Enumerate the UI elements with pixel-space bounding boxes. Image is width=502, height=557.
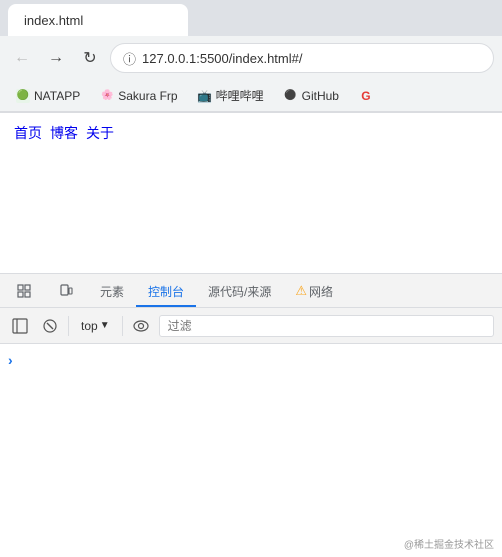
tab-elements[interactable]: 元素	[88, 277, 136, 307]
tab-bar: index.html	[0, 0, 502, 36]
link-about[interactable]: 关于	[86, 123, 114, 143]
github-favicon: ⚫	[284, 89, 298, 103]
bookmark-sakura-label: Sakura Frp	[118, 89, 177, 103]
address-bar[interactable]: ⓘ 127.0.0.1:5500/index.html#/	[110, 43, 494, 73]
address-text: 127.0.0.1:5500/index.html#/	[142, 51, 302, 66]
bookmark-github-label: GitHub	[302, 89, 339, 103]
tab-inspector[interactable]	[4, 277, 46, 307]
clear-console-button[interactable]	[38, 314, 62, 338]
tab-title: index.html	[24, 13, 83, 28]
bookmark-natapp-label: NATAPP	[34, 89, 80, 103]
tab-network-label: 网络	[309, 283, 333, 300]
filter-input[interactable]	[159, 315, 494, 337]
devtools-tabs: 元素 控制台 源代码/来源 ⚠ 网络	[0, 274, 502, 308]
reload-button[interactable]: ↻	[76, 44, 104, 72]
forward-button[interactable]: →	[42, 44, 70, 72]
toolbar-divider	[68, 316, 69, 336]
inspector-icon	[16, 283, 32, 299]
watermark: @稀土掘金技术社区	[404, 536, 494, 551]
bookmark-bilibili-label: 哔哩哔哩	[216, 87, 264, 104]
tab-sources[interactable]: 源代码/来源	[196, 277, 283, 307]
bookmark-natapp[interactable]: 🟢 NATAPP	[8, 86, 88, 106]
chevron-down-icon: ▼	[100, 320, 110, 331]
active-tab[interactable]: index.html	[8, 4, 188, 36]
device-icon	[58, 283, 74, 299]
tab-console-label: 控制台	[148, 283, 184, 300]
sidebar-toggle-button[interactable]	[8, 314, 32, 338]
devtools-panel: 元素 控制台 源代码/来源 ⚠ 网络 top ▼	[0, 273, 502, 553]
nav-bar: ← → ↻ ⓘ 127.0.0.1:5500/index.html#/	[0, 36, 502, 80]
browser-chrome: index.html ← → ↻ ⓘ 127.0.0.1:5500/index.…	[0, 0, 502, 113]
toolbar-divider-2	[122, 316, 123, 336]
context-selector[interactable]: top ▼	[75, 315, 116, 337]
g-favicon: G	[359, 89, 373, 103]
bookmark-github[interactable]: ⚫ GitHub	[276, 86, 347, 106]
page-links: 首页 博客 关于	[14, 123, 488, 143]
lock-icon: ⓘ	[123, 49, 136, 68]
console-area: ›	[0, 344, 502, 553]
tab-network[interactable]: ⚠ 网络	[283, 277, 345, 307]
back-button[interactable]: ←	[8, 44, 36, 72]
tab-elements-label: 元素	[100, 283, 124, 300]
tab-device[interactable]	[46, 277, 88, 307]
bookmark-sakura[interactable]: 🌸 Sakura Frp	[92, 86, 185, 106]
context-top-label: top	[81, 319, 98, 333]
tab-console[interactable]: 控制台	[136, 277, 196, 307]
network-warning-icon: ⚠	[295, 283, 307, 299]
prompt-icon: ›	[8, 352, 13, 368]
tab-sources-label: 源代码/来源	[208, 283, 271, 300]
console-prompt-line: ›	[8, 348, 494, 372]
sakura-favicon: 🌸	[100, 89, 114, 103]
bookmarks-bar: 🟢 NATAPP 🌸 Sakura Frp 📺 哔哩哔哩 ⚫ GitHub G	[0, 80, 502, 112]
bookmark-bilibili[interactable]: 📺 哔哩哔哩	[190, 84, 272, 107]
link-home[interactable]: 首页	[14, 123, 42, 143]
page-content: 首页 博客 关于	[0, 113, 502, 273]
bilibili-favicon: 📺	[198, 89, 212, 103]
eye-button[interactable]	[129, 314, 153, 338]
natapp-favicon: 🟢	[16, 89, 30, 103]
bookmark-g[interactable]: G	[351, 86, 381, 106]
devtools-toolbar: top ▼	[0, 308, 502, 344]
link-blog[interactable]: 博客	[50, 123, 78, 143]
